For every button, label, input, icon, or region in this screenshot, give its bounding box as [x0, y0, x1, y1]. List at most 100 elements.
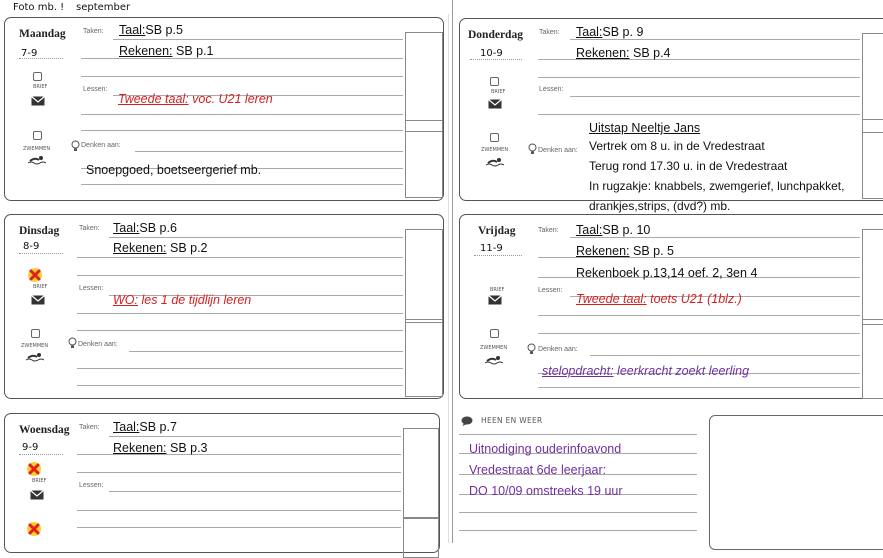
lightbulb-icon [528, 143, 537, 154]
brief-checkbox[interactable] [490, 77, 499, 86]
lessen-label: Lessen: [83, 86, 108, 93]
zwemmen-label: ZWEMMEN [481, 147, 509, 153]
rule-line [538, 387, 860, 388]
brief-label: BRIEF [33, 284, 48, 290]
taken-taal: Taal:SB p. 9 [576, 25, 643, 39]
taken-rekenen: Rekenen: SB p.1 [119, 44, 214, 58]
check-column-bottom [405, 319, 443, 397]
swimmer-icon [486, 158, 504, 167]
lessen-subject: WO: [113, 293, 138, 307]
taal-label: Taal: [113, 221, 140, 235]
page-shadow [448, 14, 449, 543]
rule-line [459, 512, 697, 513]
check-column-bottom [405, 120, 443, 198]
swimmer-icon [28, 156, 46, 165]
rule-line [570, 39, 860, 40]
taal-value: SB p. 9 [602, 25, 644, 39]
day-card-woensdag: Woensdag 9-9 BRIEF Taken: Lessen: Taal:S… [4, 413, 440, 558]
heen-en-weer-line: DO 10/09 omstreeks 19 uur [469, 484, 623, 498]
denken-label: Denken aan: [78, 341, 118, 348]
envelope-icon [488, 295, 502, 305]
rekenen-label: Rekenen: [119, 44, 173, 58]
rule-line [77, 257, 403, 258]
taken-label: Taken: [539, 29, 560, 36]
rule-line [109, 436, 401, 437]
day-date: 11-9 [480, 243, 503, 254]
denken-entry: Snoepgoed, boetseergerief mb. [86, 163, 262, 177]
rule-line [81, 76, 403, 77]
day-date: 9-9 [22, 442, 39, 453]
date-dots [474, 255, 522, 256]
zwemmen-checkbox[interactable] [490, 133, 499, 142]
taken-rekenboek: Rekenboek p.13,14 oef. 2, 3en 4 [576, 266, 758, 280]
heen-en-weer-title: HEEN EN WEER [481, 416, 543, 425]
envelope-icon [30, 490, 44, 500]
rule-line [459, 530, 697, 531]
lessen-value: les 1 de tijdlijn leren [138, 293, 252, 307]
taken-rekenen: Rekenen: SB p. 5 [576, 244, 674, 258]
zwemmen-checkbox[interactable] [490, 329, 499, 338]
rule-line [109, 491, 401, 492]
heen-en-weer-line: Vredestraat 6de leerjaar: [469, 463, 607, 477]
rule-line [113, 39, 403, 40]
taal-label: Taal: [576, 223, 603, 237]
day-name: Maandag [19, 28, 66, 40]
date-dots [19, 253, 63, 254]
lessen-entry: Tweede taal: toets U21 (1blz.) [576, 292, 742, 306]
day-card-donderdag: Donderdag 10-9 BRIEF ZWEMMEN Taken: Less… [459, 18, 883, 213]
brief-checkbox[interactable] [33, 72, 42, 81]
taken-taal: Taal:SB p.5 [119, 23, 183, 37]
rule-line [570, 237, 860, 238]
date-dots [19, 58, 63, 59]
check-column-bottom [862, 319, 883, 399]
brief-label: BRIEF [32, 478, 47, 484]
rekenen-label: Rekenen: [113, 441, 167, 455]
taken-label: Taken: [83, 28, 104, 35]
day-name: Woensdag [19, 424, 70, 436]
check-column-top [405, 32, 443, 132]
taken-rekenen: Rekenen: SB p.4 [576, 46, 671, 60]
rekenen-value: SB p. 5 [629, 244, 674, 258]
speech-bubble-icon [461, 416, 473, 426]
heen-en-weer-line: Uitnodiging ouderinfoavond [469, 442, 622, 456]
denken-line: In rugzakje: knabbels, zwemgerief, lunch… [589, 179, 845, 193]
lessen-entry: Tweede taal: voc. U21 leren [118, 92, 273, 106]
envelope-icon [31, 96, 45, 106]
taal-label: Taal: [576, 25, 603, 39]
cross-mark-icon [28, 268, 42, 282]
swimmer-icon [26, 353, 44, 362]
day-name: Vrijdag [478, 225, 516, 237]
lightbulb-icon [527, 343, 536, 354]
zwemmen-label: ZWEMMEN [21, 343, 49, 349]
day-card-maandag: Maandag 7-9 BRIEF ZWEMMEN Taken: Lessen:… [4, 17, 444, 201]
denken-label: Denken aan: [81, 142, 121, 149]
date-dots [19, 454, 63, 455]
zwemmen-checkbox[interactable] [31, 329, 40, 338]
rekenen-value: SB p.4 [629, 46, 671, 60]
taken-rekenen: Rekenen: SB p.2 [113, 241, 208, 255]
zwemmen-checkbox[interactable] [33, 131, 42, 140]
check-column-top [405, 229, 443, 323]
rule-line [77, 313, 403, 314]
check-column-top [403, 428, 439, 518]
taken-label: Taken: [79, 424, 100, 431]
rule-line [77, 275, 403, 276]
taken-taal: Taal:SB p.7 [113, 420, 177, 434]
day-date: 8-9 [23, 241, 40, 252]
rule-line [129, 351, 403, 352]
rule-line [77, 510, 401, 511]
taken-label: Taken: [79, 225, 100, 232]
denken-subject: stelopdracht: [542, 364, 614, 378]
check-column-top [862, 33, 883, 133]
rule-line [77, 527, 401, 528]
brief-label: BRIEF [33, 84, 48, 90]
lessen-entry: WO: les 1 de tijdlijn leren [113, 293, 251, 307]
zwemmen-label: ZWEMMEN [23, 146, 51, 152]
zwemmen-label: ZWEMMEN [480, 345, 508, 351]
header-month: september [76, 2, 131, 13]
denken-label: Denken aan: [538, 147, 578, 154]
denken-entry: stelopdracht: leerkracht zoekt leerling [542, 364, 749, 378]
rekenen-value: SB p.1 [172, 44, 214, 58]
brief-label: BRIEF [491, 89, 506, 95]
page-divider [452, 0, 453, 543]
